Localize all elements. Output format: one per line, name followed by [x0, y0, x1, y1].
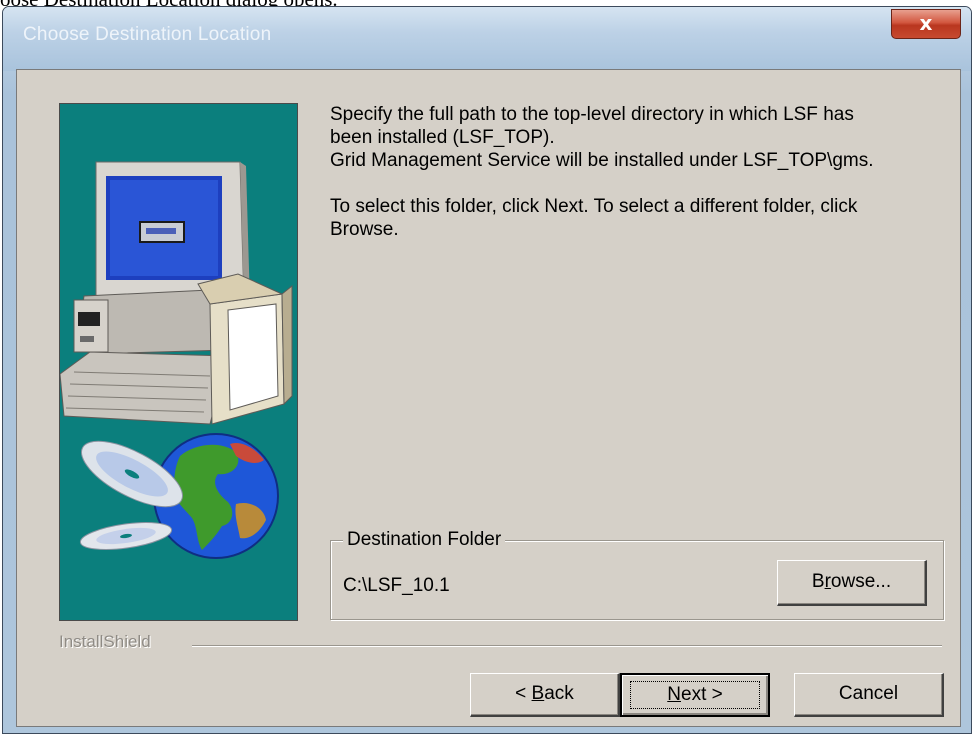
title-bar[interactable]: Choose Destination Location x — [3, 7, 971, 71]
lsf-top-instructions: Specify the full path to the top-level d… — [330, 103, 950, 172]
browse-label-end: owse... — [830, 571, 892, 592]
instruction-line: Specify the full path to the top-level d… — [330, 104, 854, 125]
browse-button[interactable]: Browse... — [777, 560, 927, 606]
browse-label-start: B — [811, 571, 825, 592]
next-label-end: ext > — [681, 684, 723, 705]
instruction-line: To select this folder, click Next. To se… — [330, 196, 858, 217]
back-label-start: < — [515, 683, 532, 704]
window-title: Choose Destination Location — [23, 24, 272, 45]
cancel-button[interactable]: Cancel — [794, 673, 944, 717]
computer-globe-illustration — [60, 161, 293, 559]
instruction-line: Grid Management Service will be installe… — [330, 150, 874, 171]
focus-ring: Next > — [630, 681, 760, 709]
computer-illustration — [60, 161, 293, 425]
folder-selection-instructions: To select this folder, click Next. To se… — [330, 195, 950, 241]
installshield-brand: InstallShield — [59, 632, 151, 651]
instructions-text: Specify the full path to the top-level d… — [330, 103, 950, 264]
destination-path: C:\LSF_10.1 — [343, 575, 450, 596]
back-button[interactable]: < Back — [470, 673, 620, 717]
installer-side-illustration — [59, 103, 298, 621]
back-label-end: ack — [544, 683, 574, 704]
close-button[interactable]: x — [891, 9, 961, 39]
dialog-client-area: Specify the full path to the top-level d… — [16, 69, 961, 727]
installer-dialog-window: Choose Destination Location x Specify th… — [2, 6, 972, 734]
footer-separator — [192, 645, 942, 647]
back-mnemonic: B — [531, 683, 545, 704]
next-button[interactable]: Next > — [620, 673, 770, 717]
next-mnemonic: N — [667, 684, 681, 705]
destination-folder-legend: Destination Folder — [343, 528, 506, 552]
close-icon: x — [919, 11, 933, 35]
instruction-line: Browse. — [330, 219, 399, 240]
instruction-line: been installed (LSF_TOP). — [330, 127, 555, 148]
destination-folder-group: Destination Folder C:\LSF_10.1 Browse... — [330, 528, 944, 620]
